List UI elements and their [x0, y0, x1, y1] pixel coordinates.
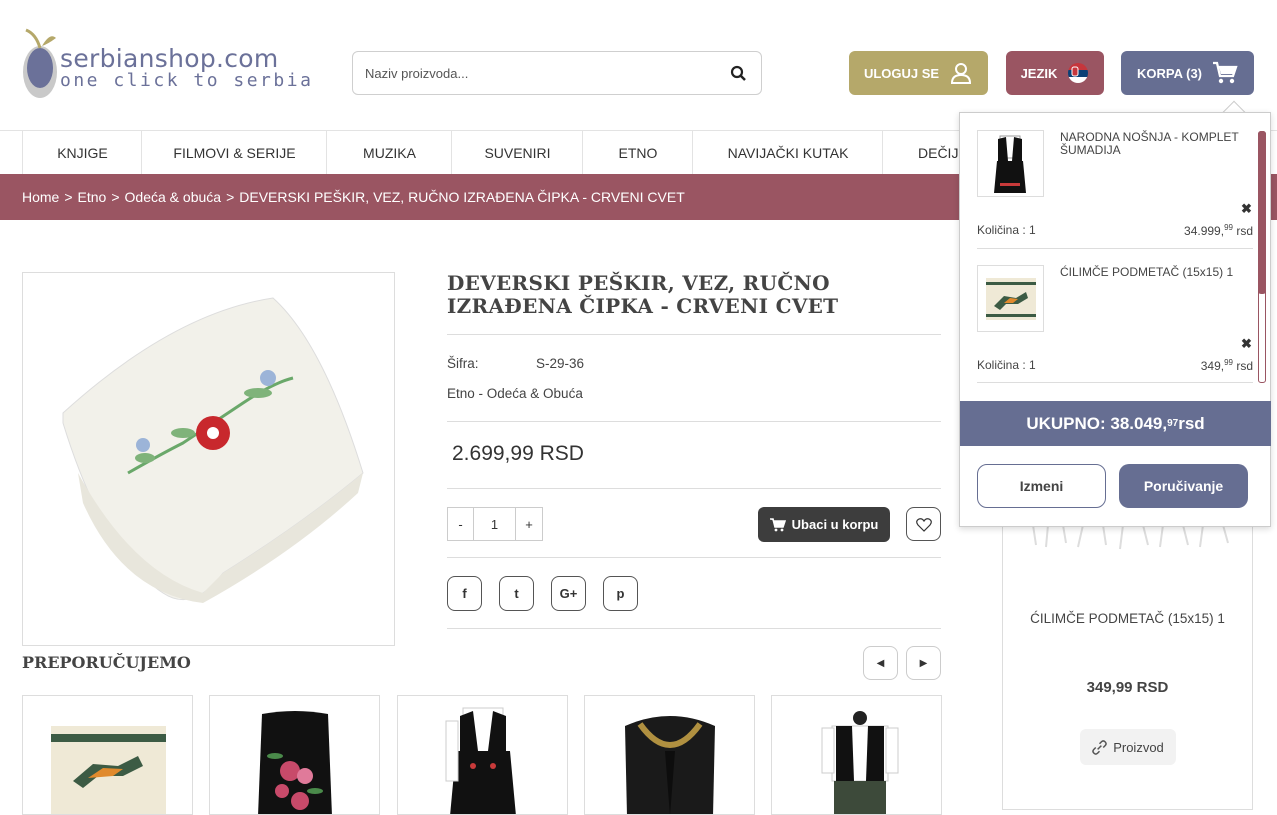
costume-thumbnail	[994, 135, 1026, 193]
cart-item-quantity: Količina : 1	[977, 223, 1036, 237]
wishlist-button[interactable]	[906, 507, 941, 541]
cart-total: UKUPNO: 38.049, 97 rsd	[960, 401, 1271, 446]
rug-thumbnail	[986, 278, 1036, 320]
cart-icon	[1213, 61, 1238, 84]
logo-tagline: one click to serbia	[60, 70, 314, 91]
view-product-label: Proizvod	[1113, 739, 1164, 755]
cart-button[interactable]: KORPA (3)	[1121, 51, 1254, 95]
sku-value: S-29-36	[536, 356, 585, 371]
quantity-field[interactable]: 1	[474, 508, 516, 540]
towel-image	[62, 297, 364, 603]
login-button[interactable]: ULOGUJ SE	[849, 51, 988, 95]
carousel-next-button[interactable]: ▶	[906, 646, 941, 680]
nav-item-muzika[interactable]: MUZIKA	[326, 131, 452, 175]
recommended-card[interactable]	[397, 695, 568, 815]
carousel-prev-button[interactable]: ◀	[863, 646, 898, 680]
add-to-cart-button[interactable]: Ubaci u korpu	[758, 507, 890, 542]
cart-label: KORPA (3)	[1137, 65, 1202, 81]
divider	[977, 382, 1253, 383]
remove-item-icon[interactable]: ✖	[1241, 201, 1252, 217]
breadcrumb-separator: >	[64, 189, 73, 205]
cart-item-thumbnail[interactable]	[977, 265, 1044, 332]
pinterest-share-button[interactable]: p	[603, 576, 638, 611]
product-category: Etno - Odeća & Obuća	[447, 386, 583, 401]
heart-icon	[915, 517, 932, 532]
link-icon	[1092, 739, 1108, 755]
cart-item-thumbnail[interactable]	[977, 130, 1044, 197]
product-title: DEVERSKI PEŠKIR, VEZ, RUČNO IZRAĐENA ČIP…	[447, 271, 839, 318]
checkout-button[interactable]: Poručivanje	[1119, 464, 1248, 508]
add-to-cart-label: Ubaci u korpu	[791, 517, 879, 532]
chevron-right-icon: ▶	[919, 657, 928, 669]
recommended-card[interactable]	[771, 695, 942, 815]
twitter-icon: t	[514, 586, 519, 601]
quantity-stepper: - 1 +	[447, 507, 543, 541]
divider	[977, 248, 1253, 249]
nav-item-knjige[interactable]: KNJIGE	[22, 131, 142, 175]
google-plus-icon: G+	[559, 586, 578, 601]
breadcrumb-separator: >	[111, 189, 120, 205]
divider	[447, 421, 941, 422]
cart-item-price: 349,99 rsd	[1200, 358, 1253, 373]
quantity-decrease-button[interactable]: -	[448, 508, 474, 540]
nav-item-filmovi-serije[interactable]: FILMOVI & SERIJE	[141, 131, 327, 175]
edit-cart-button[interactable]: Izmeni	[977, 464, 1106, 508]
remove-item-icon[interactable]: ✖	[1241, 336, 1252, 352]
fringe-decoration	[1032, 525, 1229, 550]
apron-thumbnail	[258, 711, 332, 814]
search-box	[352, 51, 762, 95]
logo-text[interactable]: serbianshop.com	[60, 44, 279, 73]
cart-item-quantity: Količina : 1	[977, 358, 1036, 372]
recommended-title: PREPORUČUJEMO	[22, 653, 191, 672]
cart-scrollbar-thumb[interactable]	[1258, 131, 1266, 294]
mens-costume-thumbnail	[821, 711, 899, 814]
divider	[447, 334, 941, 335]
google-plus-share-button[interactable]: G+	[551, 576, 586, 611]
facebook-icon: f	[462, 586, 467, 601]
breadcrumb-odeca-obuca[interactable]: Odeća & obuća	[125, 189, 222, 205]
cart-icon	[769, 517, 786, 531]
breadcrumb-etno[interactable]: Etno	[78, 189, 107, 205]
cart-item-price: 34.999,99 rsd	[1184, 223, 1253, 238]
login-label: ULOGUJ SE	[863, 65, 940, 81]
nav-item-navijacki-kutak[interactable]: NAVIJAČKI KUTAK	[692, 131, 883, 175]
search-input[interactable]	[365, 62, 705, 84]
divider	[447, 557, 941, 558]
serbian-flag-icon	[1068, 63, 1089, 83]
language-button[interactable]: JEZIK	[1006, 51, 1104, 95]
plum-logo-icon	[23, 28, 57, 98]
recommended-card[interactable]	[209, 695, 380, 815]
pinterest-icon: p	[616, 586, 625, 601]
user-icon	[951, 63, 972, 84]
breadcrumb-current: DEVERSKI PEŠKIR, VEZ, RUČNO IZRAĐENA ČIP…	[239, 189, 685, 205]
twitter-share-button[interactable]: t	[499, 576, 534, 611]
cart-item-name[interactable]: NARODNA NOŠNJA - KOMPLET ŠUMADIJA	[1060, 131, 1260, 157]
view-product-button[interactable]: Proizvod	[1080, 729, 1176, 765]
costume-thumbnail	[445, 707, 516, 814]
divider	[447, 488, 941, 489]
side-product-price: 349,99 RSD	[1086, 679, 1169, 696]
breadcrumb-separator: >	[226, 189, 235, 205]
chevron-left-icon: ◀	[876, 657, 885, 669]
quantity-increase-button[interactable]: +	[516, 508, 542, 540]
recommended-card[interactable]	[22, 695, 193, 815]
nav-item-suveniri[interactable]: SUVENIRI	[451, 131, 583, 175]
vest-thumbnail	[625, 716, 715, 814]
language-label: JEZIK	[1020, 65, 1058, 81]
search-icon[interactable]	[729, 64, 749, 84]
side-product-name[interactable]: ĆILIMČE PODMETAČ (15x15) 1	[1002, 611, 1253, 626]
cart-item-name[interactable]: ĆILIMČE PODMETAČ (15x15) 1	[1060, 266, 1260, 279]
divider	[447, 628, 941, 629]
product-image[interactable]	[22, 272, 395, 646]
rug-thumbnail	[51, 726, 166, 814]
sku-label: Šifra:	[447, 356, 479, 371]
facebook-share-button[interactable]: f	[447, 576, 482, 611]
recommended-card[interactable]	[584, 695, 755, 815]
product-price: 2.699,99 RSD	[452, 442, 584, 465]
breadcrumb-home[interactable]: Home	[22, 189, 59, 205]
nav-item-etno[interactable]: ETNO	[582, 131, 693, 175]
